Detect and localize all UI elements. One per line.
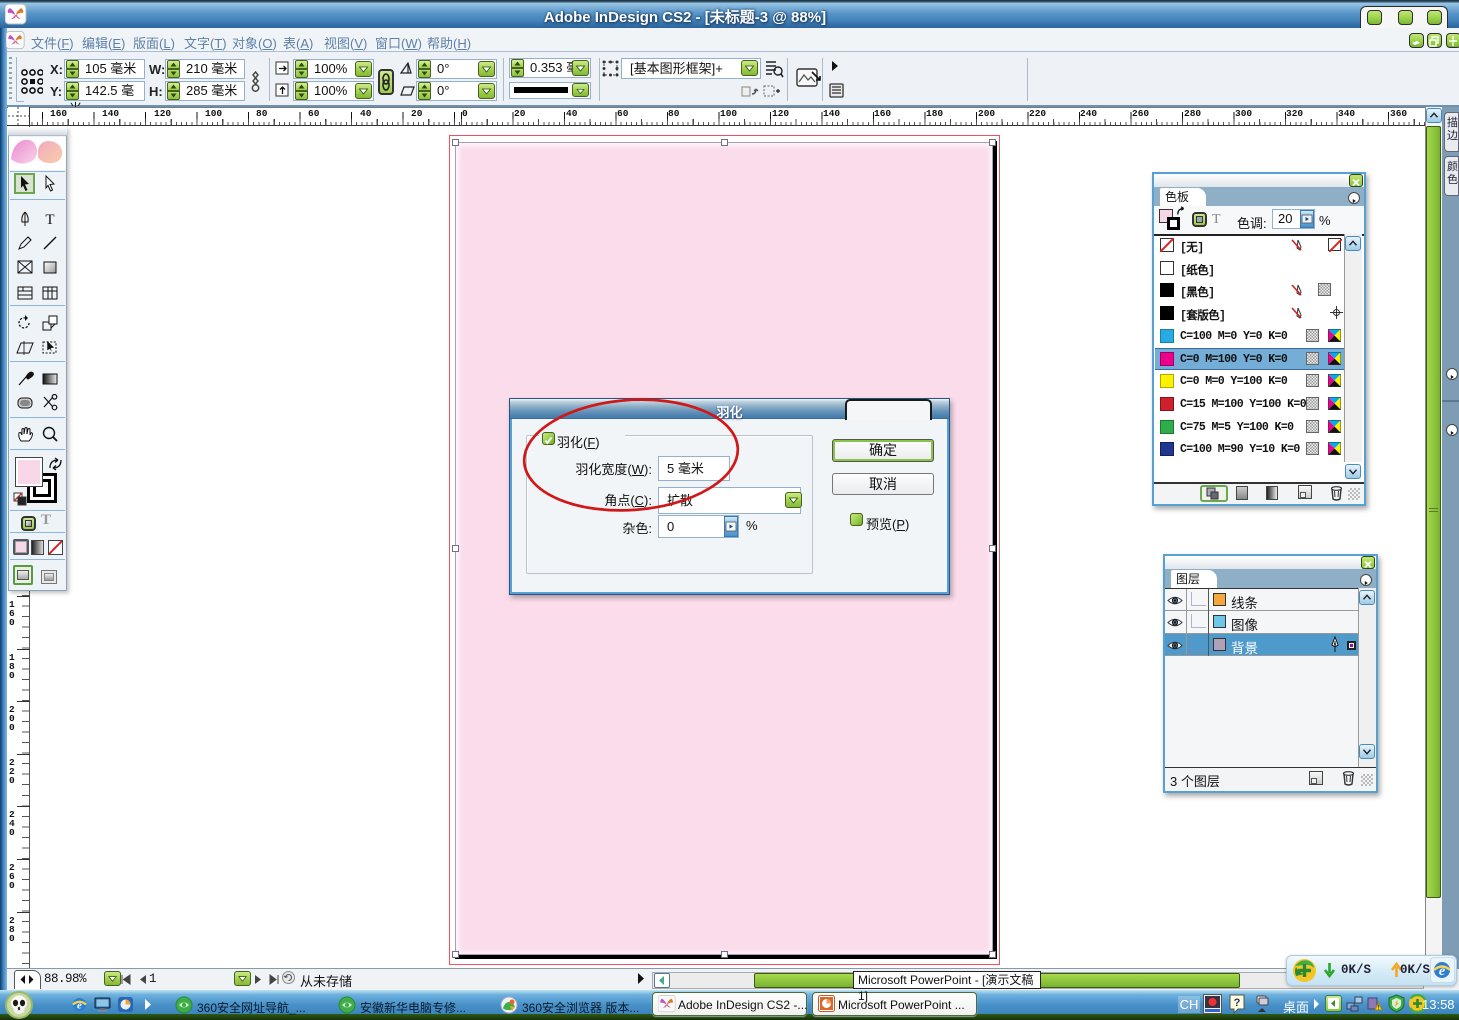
svg-text:?: ?: [1234, 997, 1241, 1009]
svg-text:e: e: [77, 1000, 82, 1012]
svg-text:e: e: [1439, 964, 1445, 979]
svg-text:!: !: [1378, 1006, 1380, 1012]
svg-text:T: T: [45, 212, 54, 228]
